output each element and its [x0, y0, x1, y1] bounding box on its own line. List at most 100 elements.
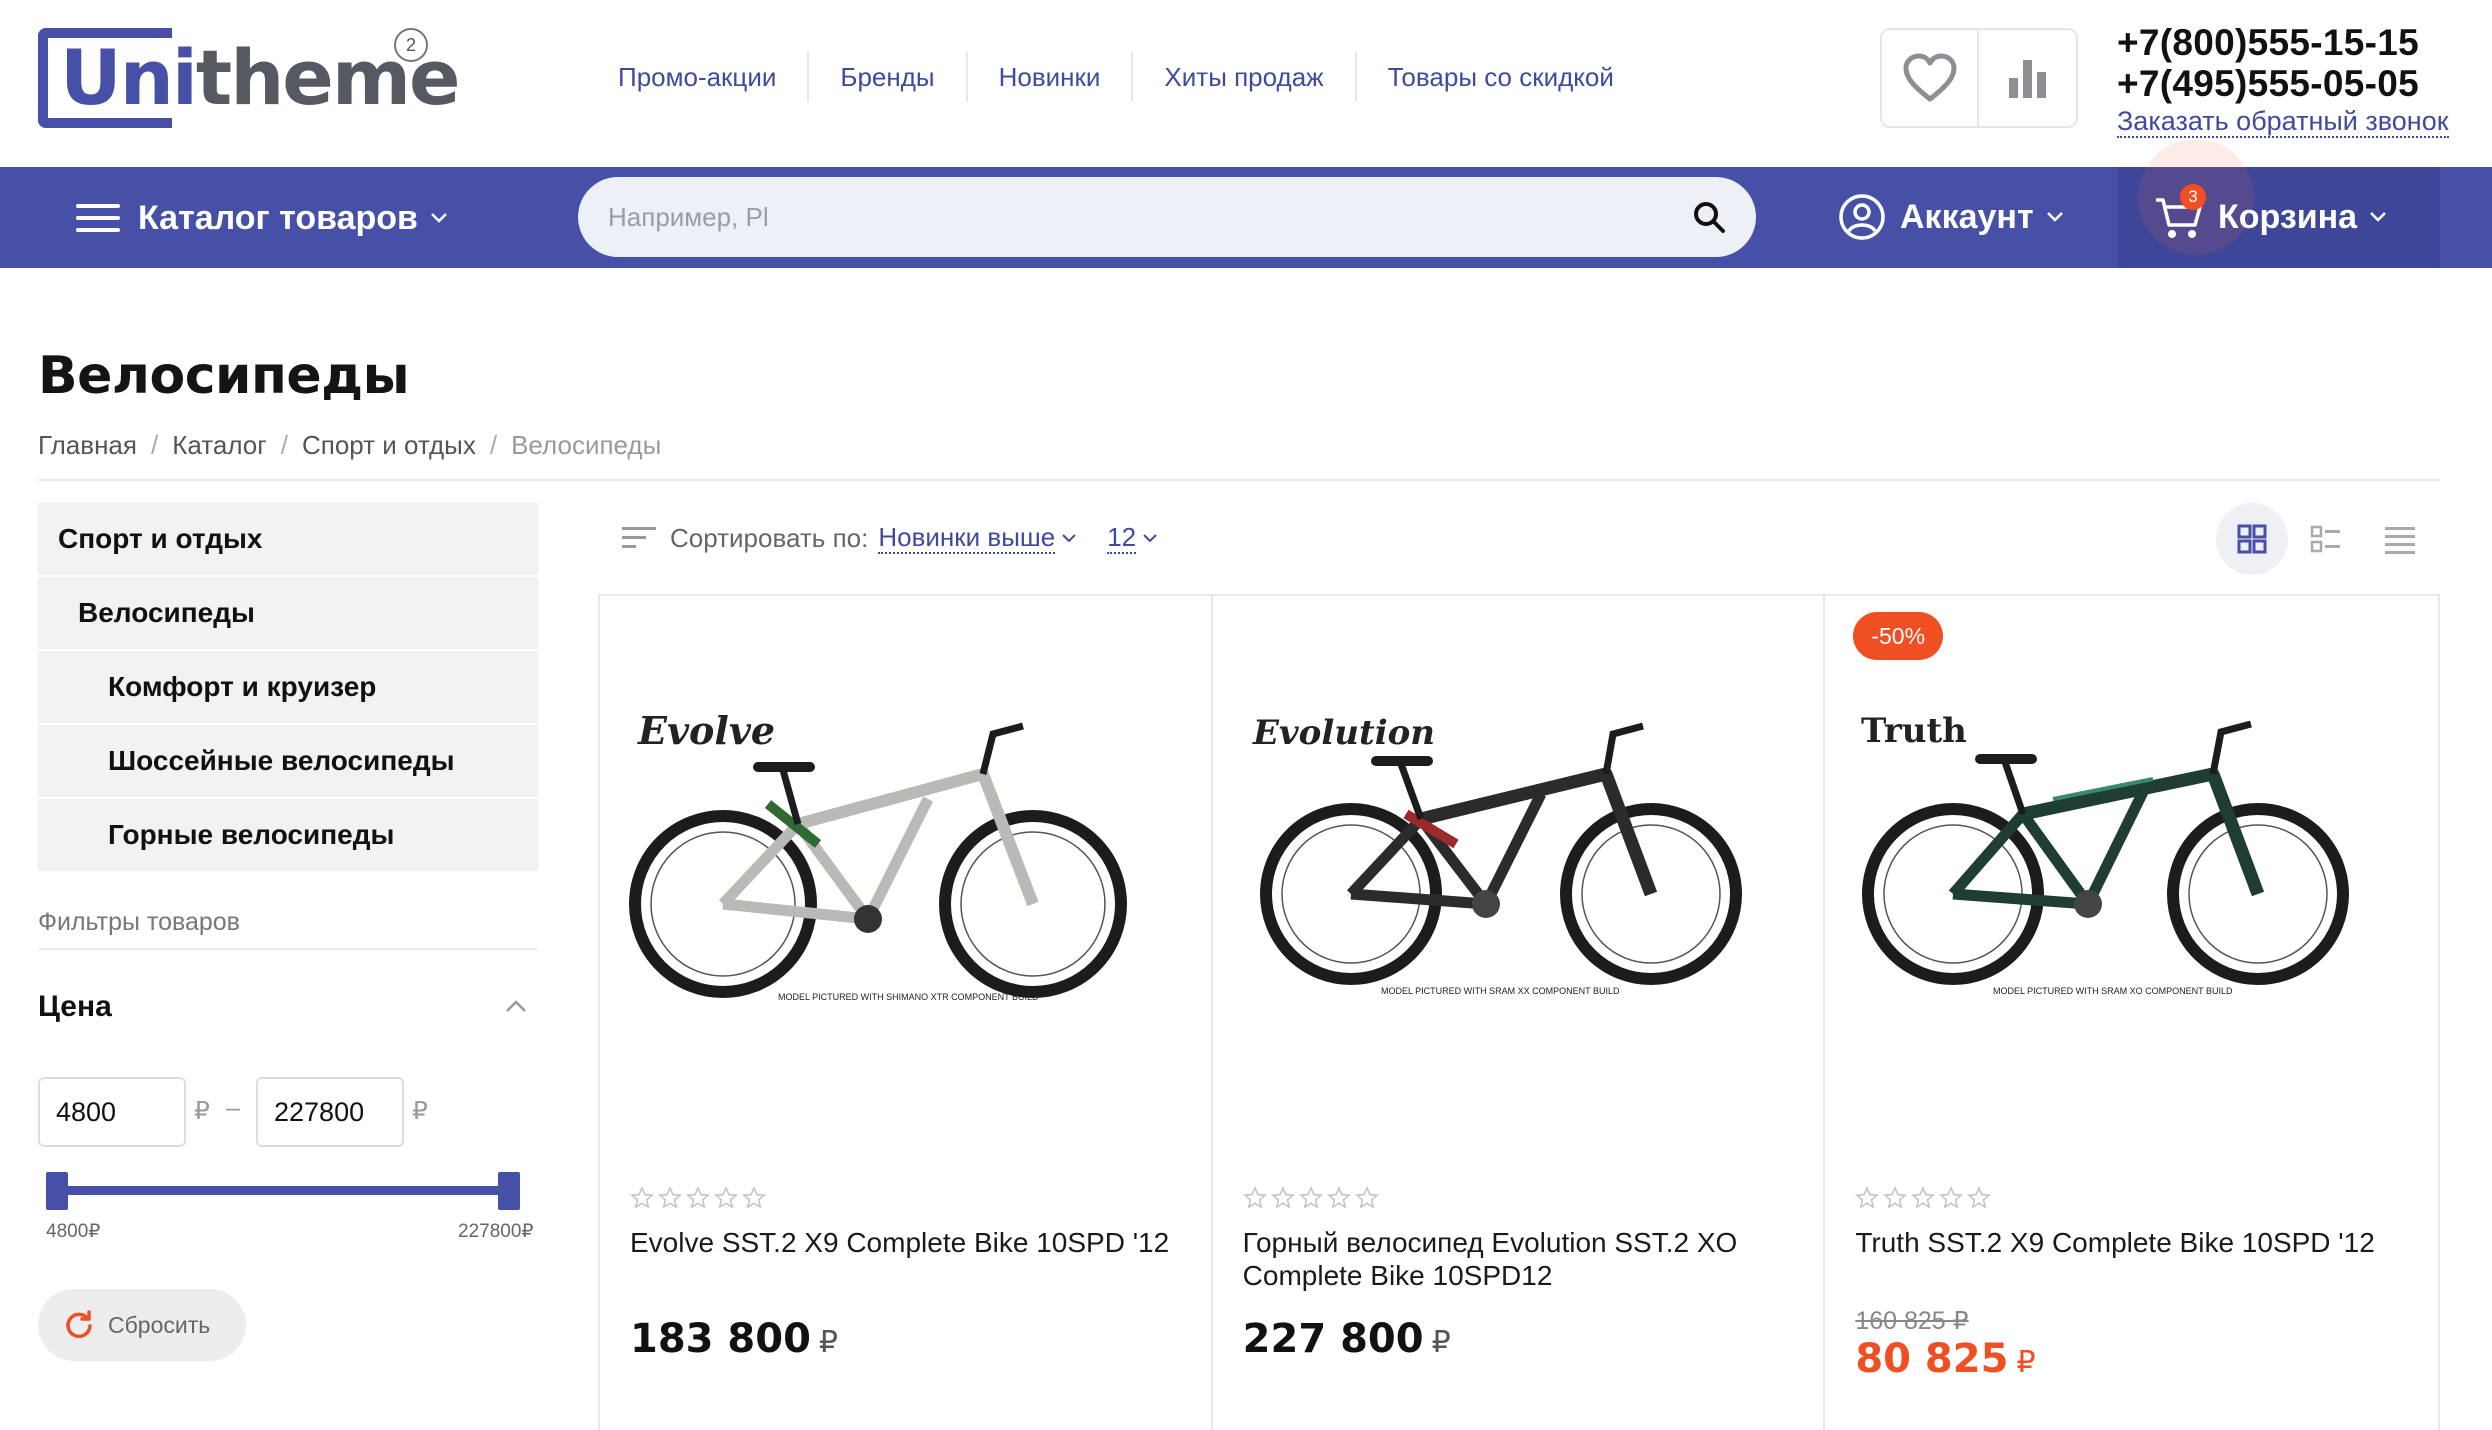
brand-logo-text: Evolve: [637, 708, 775, 753]
phone-secondary[interactable]: +7(495)555-05-05: [2117, 63, 2449, 104]
sort-lines-icon: [622, 527, 656, 548]
chevron-down-icon[interactable]: [1061, 533, 1077, 543]
search-input[interactable]: [608, 201, 1692, 233]
star-icon: [686, 1186, 710, 1209]
image-caption: MODEL PICTURED WITH SRAM XX COMPONENT BU…: [1381, 986, 1620, 996]
price-slider-min-handle[interactable]: [46, 1172, 68, 1210]
category-sport[interactable]: Спорт и отдых: [38, 503, 538, 575]
currency-symbol: ₽: [412, 1097, 428, 1125]
breadcrumb-sport[interactable]: Спорт и отдых: [302, 430, 476, 461]
star-icon: [1354, 1186, 1379, 1209]
compact-list-icon: [2385, 527, 2415, 554]
account-label: Аккаунт: [1900, 197, 2034, 236]
rating-stars[interactable]: [1855, 1186, 1995, 1210]
catalog-menu-button[interactable]: Каталог товаров: [76, 193, 448, 243]
price-value: 183 800: [630, 1316, 811, 1362]
rating-stars[interactable]: [1242, 1186, 1383, 1210]
brand-logo-text: Truth: [1861, 711, 1967, 751]
refresh-icon: [66, 1310, 92, 1339]
breadcrumb-catalog[interactable]: Каталог: [172, 430, 267, 461]
star-icon: [630, 1186, 654, 1209]
view-list-button[interactable]: [2290, 503, 2362, 575]
price-currency: ₽: [818, 1325, 839, 1360]
price-max-input[interactable]: [256, 1077, 404, 1147]
divider: [38, 479, 2440, 481]
product-name[interactable]: Evolve SST.2 X9 Complete Bike 10SPD '12: [630, 1226, 1190, 1259]
breadcrumb-home[interactable]: Главная: [38, 430, 137, 461]
nav-link-brands[interactable]: Бренды: [807, 52, 965, 102]
logo-main: Uni: [60, 33, 198, 122]
category-comfort-cruiser[interactable]: Комфорт и круизер: [38, 651, 538, 723]
sort-select[interactable]: Новинки выше: [878, 522, 1056, 554]
star-icon: [1242, 1186, 1267, 1209]
price-currency: ₽: [2016, 1345, 2036, 1380]
chevron-up-icon[interactable]: [504, 998, 528, 1014]
category-bicycles[interactable]: Велосипеды: [38, 577, 538, 649]
product-price: 227 800 ₽: [1243, 1316, 1451, 1362]
search-icon[interactable]: [1692, 200, 1726, 234]
page-title: Велосипеды: [38, 346, 410, 406]
slider-min-label: 4800₽: [46, 1221, 101, 1242]
price-slider-max-handle[interactable]: [498, 1172, 520, 1210]
product-name[interactable]: Горный велосипед Evolution SST.2 XO Comp…: [1243, 1226, 1803, 1292]
site-header: Unitheme 2 Промо-акции Бренды Новинки Хи…: [0, 0, 2492, 167]
breadcrumb-separator: /: [150, 430, 159, 460]
breadcrumb-current: Велосипеды: [511, 430, 662, 460]
product-card[interactable]: Evolve MODEL PICTURED WITH SHIMANO XTR C…: [600, 596, 1213, 1430]
product-card[interactable]: Evolution MODEL PICTURED WITH SRAM XX CO…: [1213, 596, 1826, 1430]
rating-stars[interactable]: [630, 1186, 770, 1210]
main-navbar: Каталог товаров Аккаунт 3 Корзина: [0, 139, 2492, 268]
nav-link-discounts[interactable]: Товары со скидкой: [1354, 52, 1645, 102]
breadcrumb-separator: /: [280, 430, 288, 460]
view-compact-button[interactable]: [2364, 503, 2436, 575]
star-icon: [714, 1186, 738, 1209]
star-icon: [658, 1186, 682, 1209]
contact-phones: +7(800)555-15-15 +7(495)555-05-05 Заказа…: [2117, 22, 2449, 138]
view-grid-button[interactable]: [2216, 503, 2288, 575]
range-dash: –: [226, 1094, 240, 1122]
price-filter-title[interactable]: Цена: [38, 990, 112, 1024]
price-min-input[interactable]: [38, 1077, 186, 1147]
category-sidebar: Спорт и отдых Велосипеды Комфорт и круиз…: [38, 503, 538, 873]
site-logo[interactable]: Unitheme 2: [38, 28, 461, 128]
nav-link-new[interactable]: Новинки: [965, 52, 1132, 102]
image-caption: MODEL PICTURED WITH SHIMANO XTR COMPONEN…: [778, 992, 1039, 1002]
price-slider-track[interactable]: [56, 1186, 508, 1195]
star-icon: [1298, 1186, 1323, 1209]
price-value: 80 825: [1855, 1336, 2009, 1382]
reset-filters-button[interactable]: Сбросить: [38, 1289, 246, 1361]
star-icon: [1326, 1186, 1351, 1209]
callback-link[interactable]: Заказать обратный звонок: [2117, 106, 2449, 138]
sort-toolbar: Сортировать по: Новинки выше 12: [622, 518, 1158, 558]
account-menu-button[interactable]: Аккаунт: [1838, 187, 2064, 247]
chevron-down-icon[interactable]: [1142, 533, 1158, 543]
category-road-bikes[interactable]: Шоссейные велосипеды: [38, 725, 538, 797]
reset-label: Сбросить: [108, 1311, 211, 1338]
phone-primary[interactable]: +7(800)555-15-15: [2117, 22, 2449, 63]
star-icon: [1967, 1186, 1992, 1209]
per-page-select[interactable]: 12: [1107, 522, 1137, 554]
product-image[interactable]: Evolution MODEL PICTURED WITH SRAM XX CO…: [1241, 704, 1781, 1004]
nav-link-bestsellers[interactable]: Хиты продаж: [1131, 52, 1354, 102]
breadcrumb: Главная / Каталог / Спорт и отдых / Вело…: [38, 430, 661, 461]
chevron-down-icon: [2370, 212, 2386, 222]
product-name[interactable]: Truth SST.2 X9 Complete Bike 10SPD '12: [1855, 1226, 2415, 1259]
price-currency: ₽: [1431, 1325, 1451, 1360]
product-card[interactable]: -50% Truth MODEL PICTURED WITH SRAM XO C…: [1825, 596, 2438, 1430]
compare-button[interactable]: [1979, 30, 2076, 126]
product-grid: Evolve MODEL PICTURED WITH SHIMANO XTR C…: [598, 594, 2440, 1430]
product-image[interactable]: Evolve MODEL PICTURED WITH SHIMANO XTR C…: [628, 704, 1168, 1004]
old-price: 160 825 ₽: [1855, 1307, 1969, 1335]
list-view-icon: [2310, 525, 2340, 553]
chevron-down-icon: [2046, 212, 2063, 222]
top-navigation: Промо-акции Бренды Новинки Хиты продаж Т…: [598, 52, 1645, 102]
cart-button[interactable]: 3 Корзина: [2154, 184, 2387, 247]
heart-icon: [1903, 53, 1956, 102]
wishlist-button[interactable]: [1882, 30, 1980, 126]
category-mountain-bikes[interactable]: Горные велосипеды: [38, 799, 538, 871]
product-image[interactable]: Truth MODEL PICTURED WITH SRAM XO COMPON…: [1853, 704, 2393, 1004]
price-value: 227 800: [1242, 1316, 1424, 1362]
nav-link-promo[interactable]: Промо-акции: [598, 52, 807, 102]
star-icon: [1855, 1186, 1880, 1209]
search-bar: [578, 177, 1756, 257]
